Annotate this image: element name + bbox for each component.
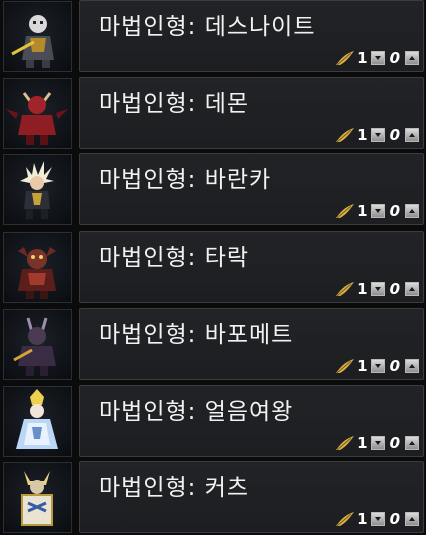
doll-panel: 마법인형: 타락 1 0 <box>79 231 424 303</box>
doll-name: 마법인형: 바란카 <box>99 167 272 193</box>
demon-portrait <box>3 78 72 149</box>
doll-value: 0 <box>389 280 400 298</box>
tarak-portrait <box>3 232 72 303</box>
death-knight-portrait <box>3 1 72 72</box>
doll-value: 0 <box>389 510 400 528</box>
increase-button[interactable] <box>405 128 419 142</box>
decrease-button[interactable] <box>370 51 385 65</box>
arrow-down-icon <box>374 364 381 368</box>
doll-name: 마법인형: 타락 <box>99 245 250 271</box>
decrease-button[interactable] <box>370 128 385 142</box>
feather-icon <box>336 128 355 143</box>
arrow-down-icon <box>374 287 381 291</box>
doll-count: 1 <box>357 280 368 298</box>
arrow-up-icon <box>409 209 415 213</box>
list-item[interactable]: 마법인형: 커츠 1 0 <box>0 461 426 535</box>
increase-button[interactable] <box>405 204 419 218</box>
list-item[interactable]: 마법인형: 데스나이트 1 0 <box>0 0 426 74</box>
doll-count: 1 <box>357 357 368 375</box>
list-item[interactable]: 마법인형: 타락 1 0 <box>0 231 426 305</box>
baranka-portrait <box>3 154 72 225</box>
increase-button[interactable] <box>405 436 419 450</box>
doll-count: 1 <box>357 434 368 452</box>
doll-panel: 마법인형: 바란카 1 0 <box>79 153 424 225</box>
doll-panel: 마법인형: 데몬 1 0 <box>79 77 424 149</box>
arrow-up-icon <box>409 441 415 445</box>
list-item[interactable]: 마법인형: 바란카 1 0 <box>0 153 426 227</box>
doll-name: 마법인형: 얼음여왕 <box>99 399 294 425</box>
decrease-button[interactable] <box>370 512 385 526</box>
doll-name: 마법인형: 데몬 <box>99 91 250 117</box>
doll-panel: 마법인형: 커츠 1 0 <box>79 461 424 533</box>
doll-name: 마법인형: 데스나이트 <box>99 14 316 40</box>
doll-controls: 1 0 <box>334 281 419 297</box>
doll-value: 0 <box>389 49 400 67</box>
decrease-button[interactable] <box>370 204 385 218</box>
decrease-button[interactable] <box>370 436 385 450</box>
doll-controls: 1 0 <box>334 435 419 451</box>
doll-value: 0 <box>389 357 400 375</box>
doll-panel: 마법인형: 데스나이트 1 0 <box>79 0 424 72</box>
baphomet-portrait <box>3 309 72 380</box>
doll-value: 0 <box>389 202 400 220</box>
increase-button[interactable] <box>405 359 419 373</box>
doll-controls: 1 0 <box>334 127 419 143</box>
doll-controls: 1 0 <box>334 511 419 527</box>
arrow-up-icon <box>409 56 415 60</box>
doll-name: 마법인형: 바포메트 <box>99 322 294 348</box>
doll-count: 1 <box>357 510 368 528</box>
feather-icon <box>336 436 355 451</box>
feather-icon <box>336 512 355 527</box>
arrow-down-icon <box>374 517 381 521</box>
increase-button[interactable] <box>405 512 419 526</box>
doll-count: 1 <box>357 126 368 144</box>
doll-value: 0 <box>389 126 400 144</box>
decrease-button[interactable] <box>370 282 385 296</box>
list-item[interactable]: 마법인형: 얼음여왕 1 0 <box>0 385 426 459</box>
arrow-down-icon <box>374 441 381 445</box>
doll-value: 0 <box>389 434 400 452</box>
arrow-down-icon <box>374 56 381 60</box>
doll-panel: 마법인형: 얼음여왕 1 0 <box>79 385 424 457</box>
increase-button[interactable] <box>405 51 419 65</box>
feather-icon <box>336 204 355 219</box>
arrow-down-icon <box>374 133 381 137</box>
arrow-up-icon <box>409 517 415 521</box>
doll-panel: 마법인형: 바포메트 1 0 <box>79 308 424 380</box>
doll-count: 1 <box>357 202 368 220</box>
doll-controls: 1 0 <box>334 203 419 219</box>
doll-count: 1 <box>357 49 368 67</box>
doll-name: 마법인형: 커츠 <box>99 475 250 501</box>
doll-controls: 1 0 <box>334 50 419 66</box>
ice-queen-portrait <box>3 386 72 457</box>
arrow-down-icon <box>374 209 381 213</box>
doll-controls: 1 0 <box>334 358 419 374</box>
decrease-button[interactable] <box>370 359 385 373</box>
kurtz-portrait <box>3 462 72 533</box>
feather-icon <box>336 282 355 297</box>
list-item[interactable]: 마법인형: 바포메트 1 0 <box>0 308 426 382</box>
increase-button[interactable] <box>405 282 419 296</box>
arrow-up-icon <box>409 287 415 291</box>
list-item[interactable]: 마법인형: 데몬 1 0 <box>0 77 426 151</box>
feather-icon <box>336 359 355 374</box>
arrow-up-icon <box>409 133 415 137</box>
feather-icon <box>336 51 355 66</box>
arrow-up-icon <box>409 364 415 368</box>
